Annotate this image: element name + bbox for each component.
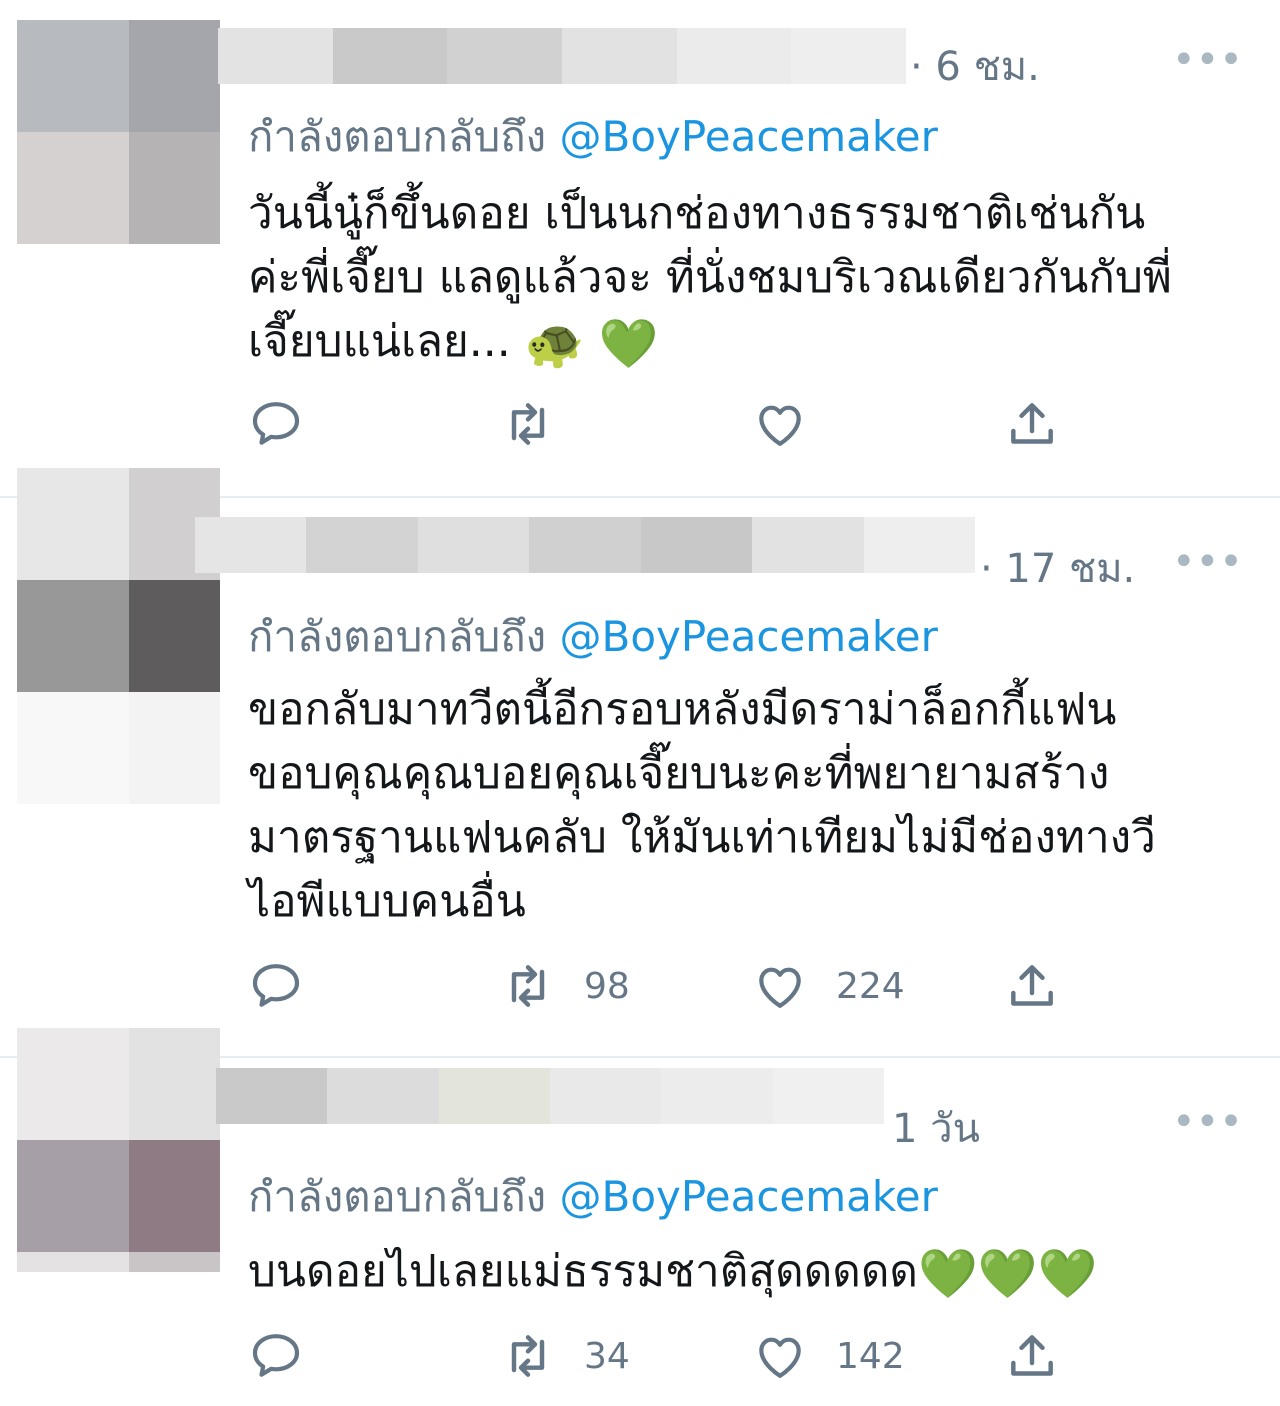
retweet-button[interactable] [500,394,556,454]
tweet-1[interactable]: · 6 ชม. ••• กำลังตอบกลับถึง @BoyPeacemak… [0,0,1280,496]
like-button[interactable]: 224 [752,956,905,1016]
more-icon[interactable]: ••• [1172,1102,1243,1142]
reply-prefix: กำลังตอบกลับถึง [248,1172,547,1221]
reply-button[interactable] [248,1326,304,1386]
like-button[interactable] [752,394,808,454]
retweet-icon [511,403,545,445]
reply-context: กำลังตอบกลับถึง @BoyPeacemaker [248,1164,938,1230]
like-count: 224 [836,965,905,1007]
reply-handle-link[interactable]: @BoyPeacemaker [560,1172,938,1221]
turtle-emoji: 🐢 [524,316,585,372]
action-bar: 98 224 [0,956,1280,1016]
reply-icon [252,402,300,445]
avatar-blurred[interactable] [17,20,220,244]
green-heart-emoji: 💚 [598,316,659,372]
reply-context: กำลังตอบกลับถึง @BoyPeacemaker [248,604,938,670]
author-name-blurred[interactable] [195,517,975,573]
reply-button[interactable] [248,394,304,454]
tweet-timestamp[interactable]: 1 วัน [892,1096,980,1160]
tweet-timestamp[interactable]: · 6 ชม. [910,34,1040,98]
reply-prefix: กำลังตอบกลับถึง [248,112,547,161]
action-bar: 34 142 [0,1326,1280,1386]
tweet-text: บนดอยไปเลยแม่ธรรมชาติสุดดดดด💚💚💚 [248,1240,1248,1306]
tweet-line: มาตรฐานแฟนคลับ ให้มันเท่าเทียมไม่มีช่องท… [248,812,1156,863]
share-icon [1011,403,1053,444]
green-heart-emoji: 💚 [1037,1246,1098,1302]
retweet-count: 34 [584,1335,630,1377]
tweet-line-last: เจี๊ยบแน่เลย... 🐢 💚 [248,310,1248,376]
tweet-2[interactable]: · 17 ชม. ••• กำลังตอบกลับถึง @BoyPeacema… [0,468,1280,1056]
retweet-count: 98 [584,965,630,1007]
tweet-line: วันนี้นู๋ก็ขึ้นดอย เป็นนกช่องทางธรรมชาติ… [248,188,1146,239]
tweet-text: ขอกลับมาทวีตนี้อีกรอบหลังมีดราม่าล็อกกี้… [248,678,1248,934]
tweet-line-last: บนดอยไปเลยแม่ธรรมชาติสุดดดดด💚💚💚 [248,1240,1248,1306]
like-icon [759,405,801,446]
reply-handle-link[interactable]: @BoyPeacemaker [560,612,938,661]
like-count: 142 [836,1335,905,1377]
like-button[interactable]: 142 [752,1326,905,1386]
share-icon [1011,965,1053,1006]
tweet-line: ขอกลับมาทวีตนี้อีกรอบหลังมีดราม่าล็อกกี้… [248,684,1117,735]
more-icon[interactable]: ••• [1172,40,1243,80]
tweet-text: วันนี้นู๋ก็ขึ้นดอย เป็นนกช่องทางธรรมชาติ… [248,182,1248,376]
green-heart-emoji: 💚 [918,1246,978,1302]
share-button[interactable] [1004,1326,1060,1386]
retweet-icon [511,965,545,1007]
share-button[interactable] [1004,394,1060,454]
author-name-blurred[interactable] [216,1068,884,1124]
tweet-line: เจี๊ยบแน่เลย... [248,316,511,367]
tweet-3[interactable]: 1 วัน ••• กำลังตอบกลับถึง @BoyPeacemaker… [0,1028,1280,1406]
tweet-line: ไอพีแบบคนอื่น [248,876,526,927]
retweet-button[interactable]: 98 [500,956,630,1016]
retweet-button[interactable]: 34 [500,1326,630,1386]
reply-context: กำลังตอบกลับถึง @BoyPeacemaker [248,104,938,170]
tweet-line: บนดอยไปเลยแม่ธรรมชาติสุดดดดด [248,1246,918,1297]
reply-prefix: กำลังตอบกลับถึง [248,612,547,661]
reply-icon [252,1334,300,1377]
reply-handle-link[interactable]: @BoyPeacemaker [560,112,938,161]
tweet-line: ค่ะพี่เจี๊ยบ แลดูแล้วจะ ที่นั่งชมบริเวณเ… [248,252,1172,303]
avatar-blurred[interactable] [17,1028,220,1272]
tweet-line: ขอบคุณคุณบอยคุณเจี๊ยบนะคะที่พยายามสร้าง [248,748,1110,799]
green-heart-emoji: 💚 [977,1246,1038,1302]
share-icon [1011,1335,1053,1376]
more-icon[interactable]: ••• [1172,542,1243,582]
tweet-timestamp[interactable]: · 17 ชม. [980,536,1135,600]
retweet-icon [511,1335,545,1377]
avatar-blurred[interactable] [17,468,220,804]
share-button[interactable] [1004,956,1060,1016]
action-bar [0,394,1280,454]
like-icon [759,1337,801,1378]
like-icon [759,967,801,1008]
author-name-blurred[interactable] [218,28,906,84]
reply-button[interactable] [248,956,304,1016]
reply-icon [252,964,300,1007]
